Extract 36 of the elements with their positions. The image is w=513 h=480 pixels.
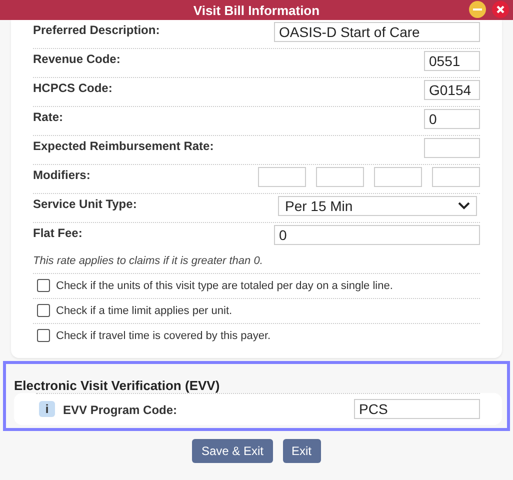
field-label: Service Unit Type: [33, 196, 137, 211]
close-icon[interactable] [492, 1, 509, 18]
unit-type-dropdown[interactable]: Per 15 Min [278, 196, 477, 216]
checkbox[interactable] [37, 304, 50, 317]
field-label: EVV Program Code: [63, 402, 178, 416]
text-field[interactable]: PCS [354, 399, 480, 419]
checkbox[interactable] [37, 279, 50, 292]
checkbox-label: Check if travel time is covered by this payer. [56, 330, 271, 342]
section-title: Electronic Visit Verification (EVV) [14, 378, 221, 393]
text-field[interactable]: 0 [424, 109, 480, 129]
field-label: Flat Fee: [33, 225, 82, 240]
checkbox[interactable] [37, 329, 50, 342]
text-field[interactable]: 0551 [424, 51, 480, 71]
chevron-down-icon [458, 202, 470, 210]
field-label: HCPCS Code: [33, 80, 112, 95]
text-field[interactable] [424, 138, 480, 158]
modifier-field[interactable] [316, 167, 364, 187]
checkbox-label: Check if a time limit applies per unit. [56, 304, 232, 316]
field-label: Revenue Code: [33, 51, 120, 66]
text-field[interactable]: 0 [274, 225, 480, 245]
hint-text: This rate applies to claims if it is greater than 0. [33, 251, 480, 274]
modifier-field[interactable] [258, 167, 306, 187]
exit-button[interactable]: Exit [282, 439, 321, 463]
window-title: Visit Bill Information [193, 2, 320, 18]
save-exit-button[interactable]: Save & Exit [192, 439, 272, 463]
modifier-field[interactable] [374, 167, 422, 187]
field-label: Preferred Description: [33, 22, 160, 37]
modifier-field[interactable] [432, 167, 480, 187]
field-label: Modifiers: [33, 167, 90, 182]
text-field[interactable]: G0154 [424, 80, 480, 100]
info-icon[interactable]: i [39, 401, 55, 417]
checkbox-label: Check if the units of this visit type are totaled per day on a single line. [56, 280, 393, 292]
field-label: Rate: [33, 109, 64, 124]
text-field[interactable]: OASIS-D Start of Care [274, 22, 480, 42]
field-label: Expected Reimbursement Rate: [33, 138, 214, 153]
minimize-icon[interactable] [469, 1, 486, 18]
